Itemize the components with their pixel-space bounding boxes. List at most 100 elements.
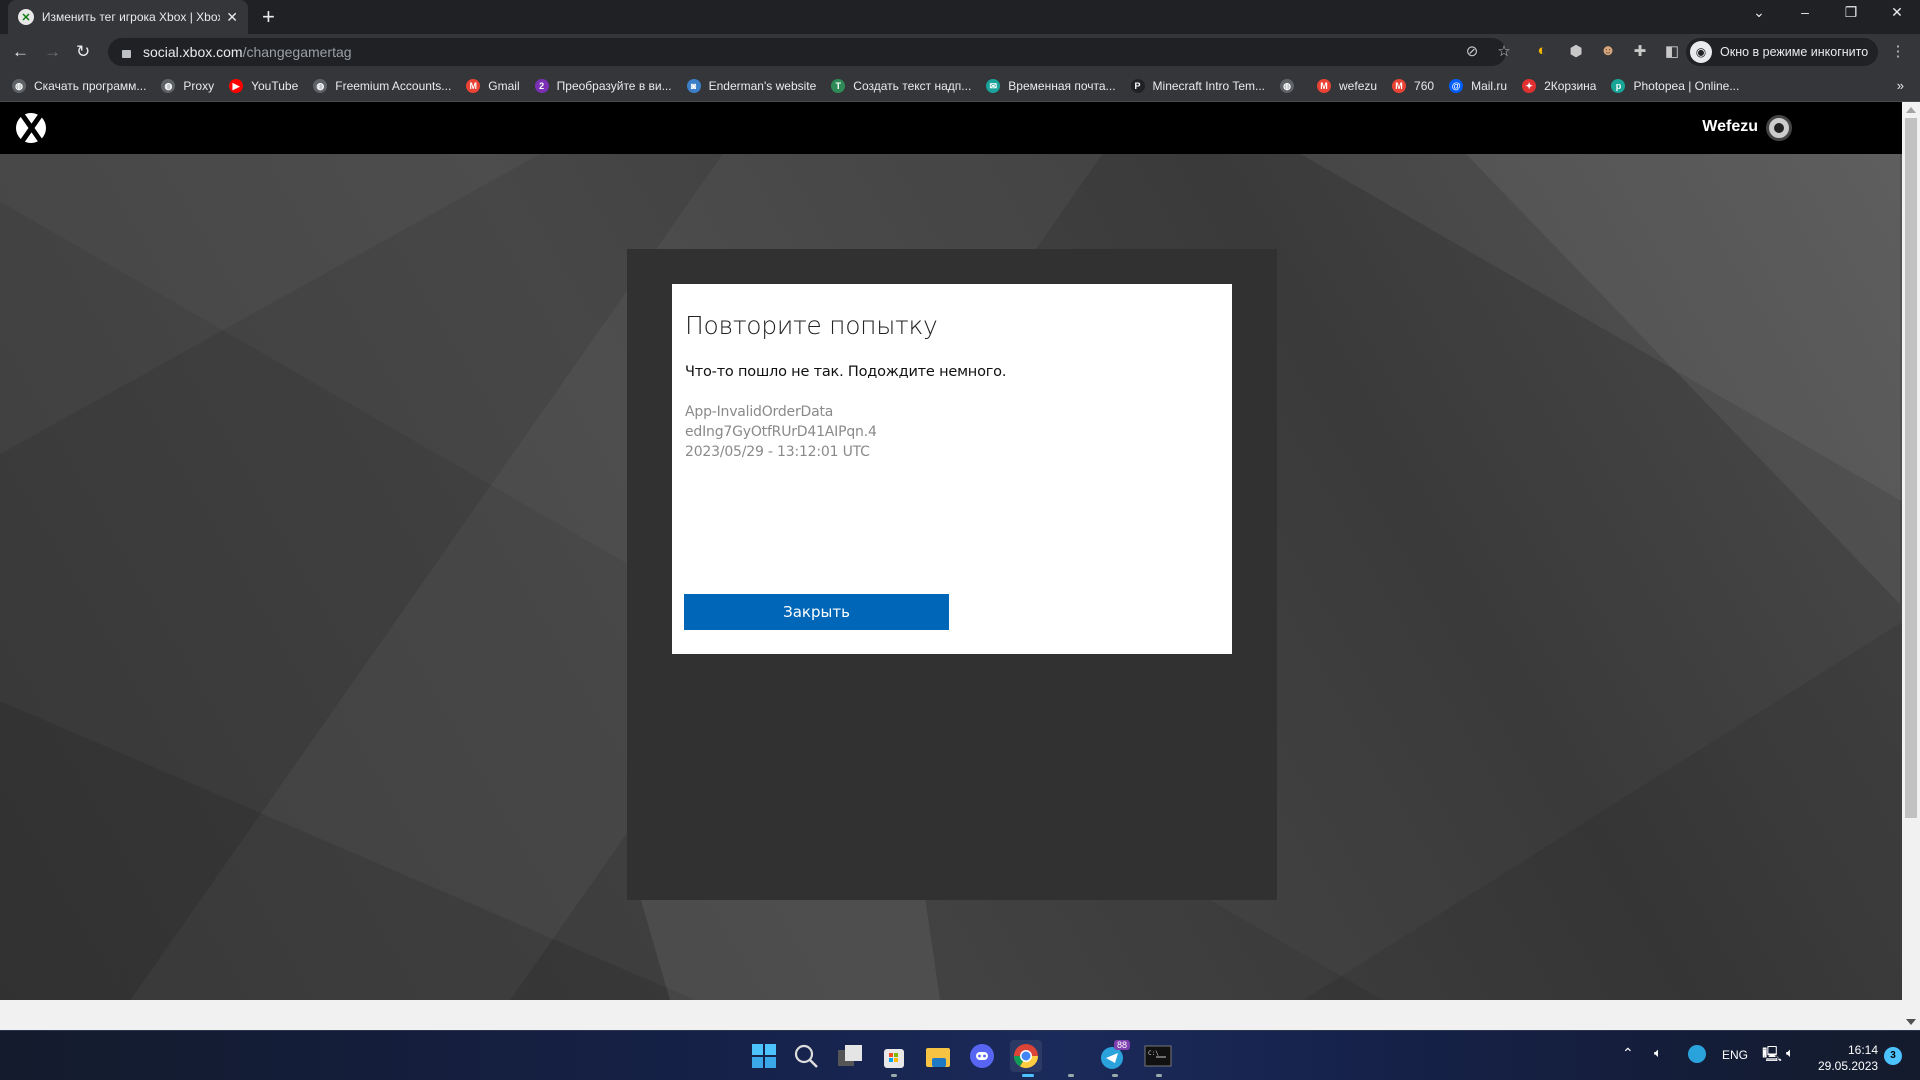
bookmark-label: Преобразуйте в ви...: [556, 78, 672, 93]
bookmark-item[interactable]: M Gmail: [466, 78, 520, 93]
error-dialog: Повторите попытку Что-то пошло не так. П…: [672, 284, 1232, 654]
microsoft-store-button[interactable]: [878, 1040, 910, 1072]
telegram-button[interactable]: 88: [1098, 1040, 1131, 1072]
address-bar[interactable]: social.xbox.com /changegamertag: [108, 38, 1506, 66]
incognito-indicator[interactable]: ◉ Окно в режиме инкогнито: [1686, 38, 1878, 66]
user-avatar[interactable]: [1766, 115, 1792, 141]
search-icon: [794, 1044, 818, 1068]
p-icon: P: [1130, 78, 1145, 93]
web-page: Wefezu Повторите попытку Что-то пошло не…: [0, 102, 1902, 1000]
page-scrollbar[interactable]: [1902, 102, 1920, 1030]
telegram-tray-icon[interactable]: [1688, 1045, 1706, 1063]
bookmark-label: wefezu: [1339, 78, 1378, 93]
bookmark-label: Временная почта...: [1008, 78, 1116, 93]
show-hidden-icons-icon[interactable]: ⌃: [1622, 1045, 1634, 1062]
forward-button[interactable]: →: [44, 42, 61, 62]
bookmarks-bar: ◍ Скачать программ... ◍ Proxy ▶ YouTube ◍ Freem…: [0, 70, 1920, 102]
bookmark-label: Freemium Accounts...: [335, 78, 452, 93]
mail-temp-icon: ✉: [986, 78, 1001, 93]
notification-badge[interactable]: 3: [1884, 1047, 1902, 1065]
tab-title: Изменить тег игрока Xbox | Xbox: [41, 10, 221, 24]
bookmark-item[interactable]: p Photopea | Online...: [1611, 78, 1739, 93]
scroll-down-icon[interactable]: [1906, 1019, 1916, 1025]
windows-logo-icon: [752, 1044, 776, 1068]
bookmark-label: Создать текст надп...: [853, 78, 972, 93]
file-explorer-button[interactable]: [922, 1040, 954, 1072]
bookmark-item[interactable]: Mwefezu: [1317, 78, 1378, 93]
gamertag-label[interactable]: Wefezu: [1702, 118, 1758, 136]
globe-icon: ◍: [313, 78, 328, 93]
bookmark-label: 760: [1414, 78, 1435, 93]
photopea-icon: p: [1611, 78, 1626, 93]
discord-button[interactable]: [966, 1040, 998, 1072]
bookmark-item[interactable]: ◍: [1280, 78, 1302, 93]
side-panel-icon[interactable]: ◧: [1662, 42, 1682, 60]
bookmark-item[interactable]: M 760: [1392, 78, 1435, 93]
speaker-icon[interactable]: 🔈︎: [1786, 1045, 1794, 1061]
bookmark-item[interactable]: T Создать текст надп...: [831, 78, 972, 93]
bookmark-label: Скачать программ...: [34, 78, 147, 93]
task-view-button[interactable]: [834, 1040, 866, 1072]
youtube-icon: ▶: [229, 78, 244, 93]
adblock-plus-icon[interactable]: ⬢: [1566, 42, 1586, 60]
bookmark-star-icon[interactable]: ☆: [1494, 42, 1514, 60]
bookmarks-overflow-button[interactable]: »: [1897, 78, 1904, 93]
tab-strip: ✕ Изменить тег игрока Xbox | Xbox ✕ + ⌄ …: [0, 0, 1920, 34]
terminal-button[interactable]: C:\: [1142, 1040, 1174, 1072]
bookmark-item[interactable]: ◍ Freemium Accounts...: [313, 78, 452, 93]
bookmark-item[interactable]: P Minecraft Intro Tem...: [1130, 78, 1265, 93]
tab-close-icon[interactable]: ✕: [226, 9, 238, 26]
mailru-icon: @: [1449, 78, 1464, 93]
new-tab-button[interactable]: +: [262, 4, 275, 30]
eye-off-icon[interactable]: ⊘: [1462, 42, 1482, 60]
network-icon[interactable]: 🖳︎: [1762, 1044, 1782, 1069]
search-button[interactable]: [790, 1040, 822, 1072]
volume-icon[interactable]: 🔈︎: [1654, 1045, 1662, 1061]
active-indicator: [1022, 1074, 1034, 1077]
bookmark-label: Mail.ru: [1471, 78, 1508, 93]
bookmark-item[interactable]: ✉ Временная почта...: [986, 78, 1116, 93]
running-indicator: [1112, 1074, 1118, 1077]
close-button[interactable]: Закрыть: [684, 594, 949, 630]
globe-icon: ◍: [12, 78, 26, 93]
coin-extension-icon[interactable]: ◐: [1532, 42, 1552, 59]
bookmark-item[interactable]: ◍ Proxy: [161, 78, 214, 93]
extensions-puzzle-icon[interactable]: ✚: [1630, 42, 1650, 60]
bookmark-item[interactable]: ✦ 2Корзина: [1522, 78, 1596, 93]
minimize-button[interactable]: –: [1782, 4, 1828, 20]
background-shard: [1466, 154, 1900, 604]
back-button[interactable]: ←: [12, 42, 29, 62]
gmail-icon: M: [1392, 78, 1407, 93]
bookmark-item[interactable]: ▶ YouTube: [229, 78, 298, 93]
chrome-menu-icon[interactable]: ⋮: [1888, 42, 1908, 60]
text-icon: T: [831, 78, 846, 93]
tab-search-button[interactable]: ⌄: [1736, 4, 1782, 21]
close-window-button[interactable]: ✕: [1874, 4, 1920, 21]
language-indicator[interactable]: ENG: [1722, 1048, 1748, 1062]
start-button[interactable]: [748, 1040, 780, 1072]
dialog-message: Что-то пошло не так. Подождите немного.: [685, 364, 1007, 380]
background-shard: [640, 897, 940, 1000]
lock-icon[interactable]: [122, 50, 131, 58]
globe-icon: ◍: [1280, 78, 1295, 93]
browser-tab-active[interactable]: ✕ Изменить тег игрока Xbox | Xbox ✕: [8, 0, 248, 34]
star-red-icon: ✦: [1522, 78, 1537, 93]
bookmark-label: Enderman's website: [708, 78, 817, 93]
reload-button[interactable]: ↻: [76, 42, 90, 62]
computer-icon: ◙: [686, 78, 701, 93]
restore-button[interactable]: ❐: [1828, 4, 1874, 21]
bookmark-item[interactable]: ◍ Скачать программ...: [12, 78, 147, 93]
error-timestamp: 2023/05/29 - 13:12:01 UTC: [685, 444, 870, 460]
clock[interactable]: 16:14 29.05.2023: [1818, 1042, 1878, 1074]
bookmark-item[interactable]: @ Mail.ru: [1449, 78, 1508, 93]
bookmark-item[interactable]: 2 Преобразуйте в ви...: [534, 78, 672, 93]
background-shard: [1300, 622, 1902, 1000]
scroll-thumb[interactable]: [1905, 118, 1917, 818]
clock-time: 16:14: [1847, 1043, 1878, 1057]
background-shard: [0, 701, 700, 1000]
xbox-logo-icon[interactable]: [16, 113, 46, 143]
avatar-extension-icon[interactable]: ☻: [1598, 42, 1618, 59]
bookmark-item[interactable]: ◙ Enderman's website: [686, 78, 817, 93]
chrome-button[interactable]: [1010, 1040, 1042, 1072]
scroll-up-icon[interactable]: [1906, 107, 1916, 113]
